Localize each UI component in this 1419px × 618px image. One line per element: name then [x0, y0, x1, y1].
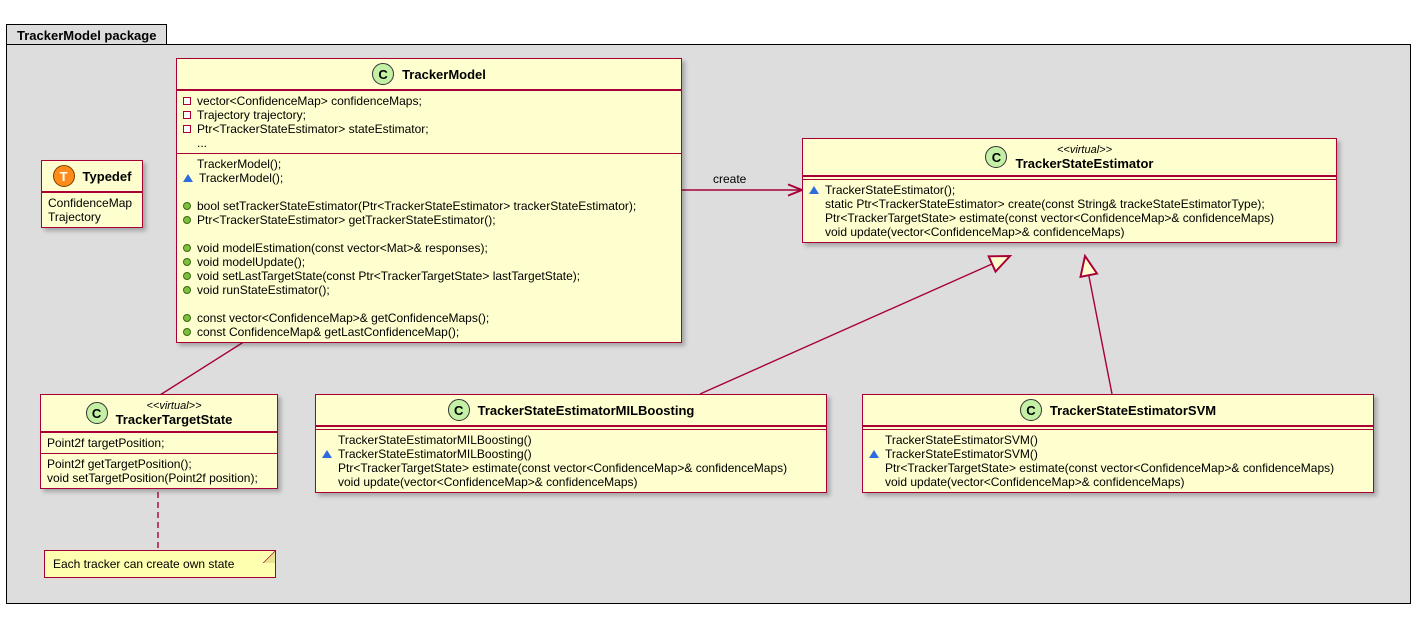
state-estimator-methods: TrackerStateEstimator(); static Ptr<Trac…	[803, 179, 1336, 242]
method: Ptr<TrackerStateEstimator> getTrackerSta…	[197, 213, 496, 227]
private-icon	[183, 97, 191, 105]
target-state-fields: Point2f targetPosition;	[41, 432, 277, 453]
class-tracker-model: C TrackerModel vector<ConfidenceMap> con…	[176, 58, 682, 343]
virtual-icon	[809, 186, 819, 194]
class-badge-icon: C	[448, 399, 470, 421]
svm-methods: TrackerStateEstimatorSVM() TrackerStateE…	[863, 429, 1373, 492]
method: TrackerStateEstimatorMILBoosting()	[338, 447, 532, 461]
target-state-stereo: <<virtual>>	[146, 399, 201, 413]
mil-title: TrackerStateEstimatorMILBoosting	[478, 403, 695, 418]
tracker-model-fields: vector<ConfidenceMap> confidenceMaps; Tr…	[177, 90, 681, 153]
public-icon	[183, 216, 191, 224]
method: TrackerStateEstimatorMILBoosting()	[338, 433, 532, 447]
virtual-icon	[869, 450, 879, 458]
method: void setTargetPosition(Point2f position)…	[47, 471, 258, 485]
tracker-model-header: C TrackerModel	[177, 59, 681, 90]
target-state-methods: Point2f getTargetPosition(); void setTar…	[41, 453, 277, 488]
note: Each tracker can create own state	[44, 550, 276, 578]
private-icon	[183, 125, 191, 133]
public-icon	[183, 286, 191, 294]
class-badge-icon: C	[1020, 399, 1042, 421]
public-icon	[183, 258, 191, 266]
public-icon	[183, 244, 191, 252]
class-badge-icon: C	[985, 146, 1007, 168]
method: TrackerStateEstimatorSVM()	[885, 433, 1038, 447]
method: Ptr<TrackerTargetState> estimate(const v…	[885, 461, 1334, 475]
field: Ptr<TrackerStateEstimator> stateEstimato…	[197, 122, 429, 136]
svm-header: C TrackerStateEstimatorSVM	[863, 395, 1373, 426]
state-estimator-header: C <<virtual>> TrackerStateEstimator	[803, 139, 1336, 176]
method: TrackerModel();	[197, 157, 281, 171]
label-create: create	[713, 172, 746, 186]
public-icon	[183, 328, 191, 336]
typedef-badge-icon: T	[53, 165, 75, 187]
virtual-icon	[183, 174, 193, 182]
mil-header: C TrackerStateEstimatorMILBoosting	[316, 395, 826, 426]
method: const vector<ConfidenceMap>& getConfiden…	[197, 311, 489, 325]
typedef-header: T Typedef	[42, 161, 142, 192]
method: Ptr<TrackerTargetState> estimate(const v…	[825, 211, 1274, 225]
method: static Ptr<TrackerStateEstimator> create…	[825, 197, 1265, 211]
method: void update(vector<ConfidenceMap>& confi…	[338, 475, 638, 489]
svm-title: TrackerStateEstimatorSVM	[1050, 403, 1216, 418]
private-icon	[183, 111, 191, 119]
state-estimator-title: TrackerStateEstimator	[1015, 157, 1153, 171]
field: vector<ConfidenceMap> confidenceMaps;	[197, 94, 422, 108]
method: void modelUpdate();	[197, 255, 305, 269]
method: Point2f getTargetPosition();	[47, 457, 192, 471]
method: void update(vector<ConfidenceMap>& confi…	[825, 225, 1125, 239]
tracker-model-methods: TrackerModel(); TrackerModel(); bool set…	[177, 153, 681, 342]
mil-methods: TrackerStateEstimatorMILBoosting() Track…	[316, 429, 826, 492]
public-icon	[183, 314, 191, 322]
class-mil-boosting: C TrackerStateEstimatorMILBoosting Track…	[315, 394, 827, 493]
class-badge-icon: C	[86, 402, 108, 424]
method: TrackerStateEstimator();	[825, 183, 955, 197]
public-icon	[183, 272, 191, 280]
method: TrackerStateEstimatorSVM()	[885, 447, 1038, 461]
typedef-title: Typedef	[83, 169, 132, 184]
field: Point2f targetPosition;	[47, 436, 164, 450]
method: void setLastTargetState(const Ptr<Tracke…	[197, 269, 580, 283]
method: const ConfidenceMap& getLastConfidenceMa…	[197, 325, 459, 339]
target-state-header: C <<virtual>> TrackerTargetState	[41, 395, 277, 432]
method: bool setTrackerStateEstimator(Ptr<Tracke…	[197, 199, 636, 213]
class-typedef: T Typedef ConfidenceMap Trajectory	[41, 160, 143, 228]
class-state-estimator: C <<virtual>> TrackerStateEstimator Trac…	[802, 138, 1337, 243]
note-text: Each tracker can create own state	[53, 557, 234, 571]
method: void update(vector<ConfidenceMap>& confi…	[885, 475, 1185, 489]
class-badge-icon: C	[372, 63, 394, 85]
method: void runStateEstimator();	[197, 283, 330, 297]
method: TrackerModel();	[199, 171, 283, 185]
typedef-item: Trajectory	[48, 210, 101, 224]
public-icon	[183, 202, 191, 210]
method: Ptr<TrackerTargetState> estimate(const v…	[338, 461, 787, 475]
typedef-items: ConfidenceMap Trajectory	[42, 192, 142, 227]
class-target-state: C <<virtual>> TrackerTargetState Point2f…	[40, 394, 278, 489]
field: ...	[197, 136, 207, 150]
tracker-model-title: TrackerModel	[402, 67, 486, 82]
method: void modelEstimation(const vector<Mat>& …	[197, 241, 488, 255]
typedef-item: ConfidenceMap	[48, 196, 132, 210]
field: Trajectory trajectory;	[197, 108, 306, 122]
state-estimator-stereo: <<virtual>>	[1057, 143, 1112, 157]
virtual-icon	[322, 450, 332, 458]
target-state-title: TrackerTargetState	[116, 413, 233, 427]
class-svm: C TrackerStateEstimatorSVM TrackerStateE…	[862, 394, 1374, 493]
